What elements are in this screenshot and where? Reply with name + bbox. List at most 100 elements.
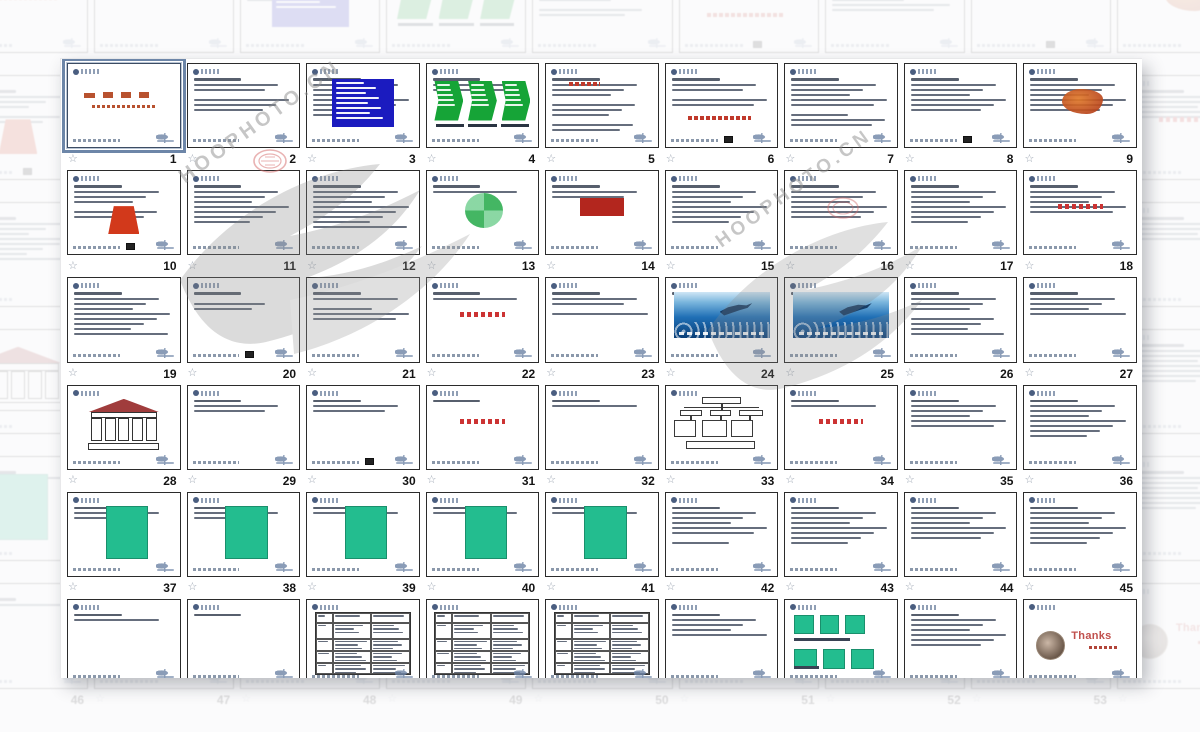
slide-cell[interactable]: ☆ 18 <box>1023 170 1137 277</box>
star-icon[interactable]: ☆ <box>68 153 78 165</box>
star-icon[interactable]: ☆ <box>427 368 437 379</box>
star-icon[interactable]: ☆ <box>905 582 915 593</box>
star-icon[interactable]: ☆ <box>785 475 795 486</box>
star-icon[interactable]: ☆ <box>1024 153 1034 165</box>
slide-cell[interactable]: ☆ 20 <box>186 277 301 384</box>
slide-grid[interactable]: ☆ 1 ☆ 2 ☆ 3 ☆ 4 ☆ 5 ☆ 6 ☆ 7 ☆ 8 ☆ 9 ☆ 10 ☆ 11 ☆ 12 ☆ 13 ☆ 14 ☆ 15 ☆ 16 ☆… <box>61 59 1142 678</box>
star-icon[interactable]: ☆ <box>1118 694 1128 705</box>
slide-thumbnail-47[interactable] <box>186 598 301 678</box>
slide-cell[interactable]: ☆ 14 <box>545 170 659 277</box>
slide-thumbnail-24[interactable] <box>664 277 779 363</box>
slide-cell[interactable]: ☆ 16 <box>784 170 898 277</box>
star-icon[interactable]: ☆ <box>68 582 78 593</box>
star-icon[interactable]: ☆ <box>427 260 437 272</box>
slide-cell[interactable]: ☆ 43 <box>784 491 898 599</box>
star-icon[interactable]: ☆ <box>785 153 795 165</box>
slide-cell[interactable]: ☆ 37 <box>67 491 181 599</box>
slide-thumbnail-37[interactable] <box>67 491 181 577</box>
slide-thumbnail-22[interactable] <box>425 277 540 363</box>
star-icon[interactable]: ☆ <box>1024 368 1034 379</box>
slide-thumbnail-34[interactable] <box>784 384 898 470</box>
slide-thumbnail-45[interactable] <box>1023 491 1137 577</box>
slide-cell[interactable]: ☆ 7 <box>784 63 898 170</box>
slide-thumbnail-4[interactable] <box>425 63 540 149</box>
slide-thumbnail-26[interactable] <box>903 277 1018 363</box>
slide-thumbnail-46[interactable] <box>67 598 181 678</box>
slide-cell[interactable]: ☆ 22 <box>425 277 540 384</box>
star-icon[interactable]: ☆ <box>307 368 317 379</box>
slide-thumbnail-14[interactable] <box>545 170 659 256</box>
slide-cell[interactable]: ☆ 21 <box>306 277 420 384</box>
star-icon[interactable]: ☆ <box>533 694 543 705</box>
slide-cell[interactable]: ☆ 13 <box>425 170 540 277</box>
slide-cell[interactable]: ☆ 44 <box>903 491 1018 599</box>
star-icon[interactable]: ☆ <box>666 260 676 272</box>
slide-cell[interactable]: ☆ 39 <box>306 491 420 599</box>
slide-cell[interactable]: ☆ 38 <box>186 491 301 599</box>
star-icon[interactable]: ☆ <box>785 260 795 272</box>
slide-thumbnail-50[interactable] <box>545 598 659 678</box>
star-icon[interactable]: ☆ <box>307 260 317 272</box>
slide-thumbnail-23[interactable] <box>545 277 659 363</box>
slide-cell[interactable]: ☆53 <box>903 598 1018 678</box>
slide-thumbnail-5[interactable] <box>545 63 659 149</box>
slide-cell[interactable]: ☆ 29 <box>186 384 301 492</box>
slide-cell[interactable]: ☆ 6 <box>664 63 779 170</box>
slide-thumbnail-28[interactable] <box>67 384 181 470</box>
slide-cell[interactable]: ☆ 28 <box>67 384 181 492</box>
star-icon[interactable]: ☆ <box>785 368 795 379</box>
slide-thumbnail-27[interactable] <box>1023 277 1137 363</box>
slide-cell[interactable]: ☆50 <box>545 598 659 678</box>
slide-thumbnail-35[interactable] <box>903 384 1018 470</box>
star-icon[interactable]: ☆ <box>427 153 437 165</box>
star-icon[interactable]: ☆ <box>826 694 836 705</box>
star-icon[interactable]: ☆ <box>905 260 915 272</box>
slide-thumbnail-29[interactable] <box>186 384 301 470</box>
slide-thumbnail-7[interactable] <box>784 63 898 149</box>
star-icon[interactable]: ☆ <box>972 694 982 705</box>
slide-cell[interactable]: ☆ 32 <box>545 384 659 492</box>
slide-thumbnail-30[interactable] <box>306 384 420 470</box>
slide-cell[interactable]: ☆ 3 <box>306 63 420 170</box>
slide-cell[interactable]: ☆ 11 <box>186 170 301 277</box>
star-icon[interactable]: ☆ <box>188 582 198 593</box>
slide-cell[interactable]: ☆ 41 <box>545 491 659 599</box>
slide-thumbnail-53[interactable] <box>903 598 1018 678</box>
slide-thumbnail-32[interactable] <box>545 384 659 470</box>
star-icon[interactable]: ☆ <box>785 582 795 593</box>
star-icon[interactable]: ☆ <box>387 694 397 705</box>
slide-cell[interactable]: ☆ 40 <box>425 491 540 599</box>
slide-thumbnail-36[interactable] <box>1023 384 1137 470</box>
star-icon[interactable]: ☆ <box>546 368 556 379</box>
star-icon[interactable]: ☆ <box>68 475 78 486</box>
slide-thumbnail-33[interactable] <box>664 384 779 470</box>
star-icon[interactable]: ☆ <box>905 368 915 379</box>
slide-thumbnail-12[interactable] <box>306 170 420 256</box>
slide-cell[interactable]: ☆ 25 <box>784 277 898 384</box>
slide-cell[interactable]: ☆ 33 <box>664 384 779 492</box>
slide-cell[interactable]: ☆ 30 <box>306 384 420 492</box>
star-icon[interactable]: ☆ <box>188 153 198 165</box>
star-icon[interactable]: ☆ <box>95 694 105 705</box>
slide-cell[interactable]: ☆ 35 <box>903 384 1018 492</box>
slide-cell[interactable]: ☆ 26 <box>903 277 1018 384</box>
star-icon[interactable]: ☆ <box>1024 582 1034 593</box>
slide-cell[interactable]: ☆ 36 <box>1023 384 1137 492</box>
slide-cell[interactable]: ☆ 12 <box>306 170 420 277</box>
star-icon[interactable]: ☆ <box>546 475 556 486</box>
star-icon[interactable]: ☆ <box>427 475 437 486</box>
slide-cell[interactable]: ☆51 <box>664 598 779 678</box>
slide-thumbnail-1[interactable] <box>62 59 186 154</box>
star-icon[interactable]: ☆ <box>905 475 915 486</box>
slide-thumbnail-31[interactable] <box>425 384 540 470</box>
slide-thumbnail-49[interactable] <box>425 598 540 678</box>
slide-cell[interactable]: ☆ 23 <box>545 277 659 384</box>
slide-thumbnail-18[interactable] <box>1023 170 1137 256</box>
star-icon[interactable]: ☆ <box>188 368 198 379</box>
star-icon[interactable]: ☆ <box>307 582 317 593</box>
slide-cell[interactable]: ☆ 1 <box>62 59 186 170</box>
star-icon[interactable]: ☆ <box>307 153 317 165</box>
star-icon[interactable]: ☆ <box>666 475 676 486</box>
slide-thumbnail-51[interactable] <box>664 598 779 678</box>
slide-thumbnail-10[interactable] <box>67 170 181 256</box>
